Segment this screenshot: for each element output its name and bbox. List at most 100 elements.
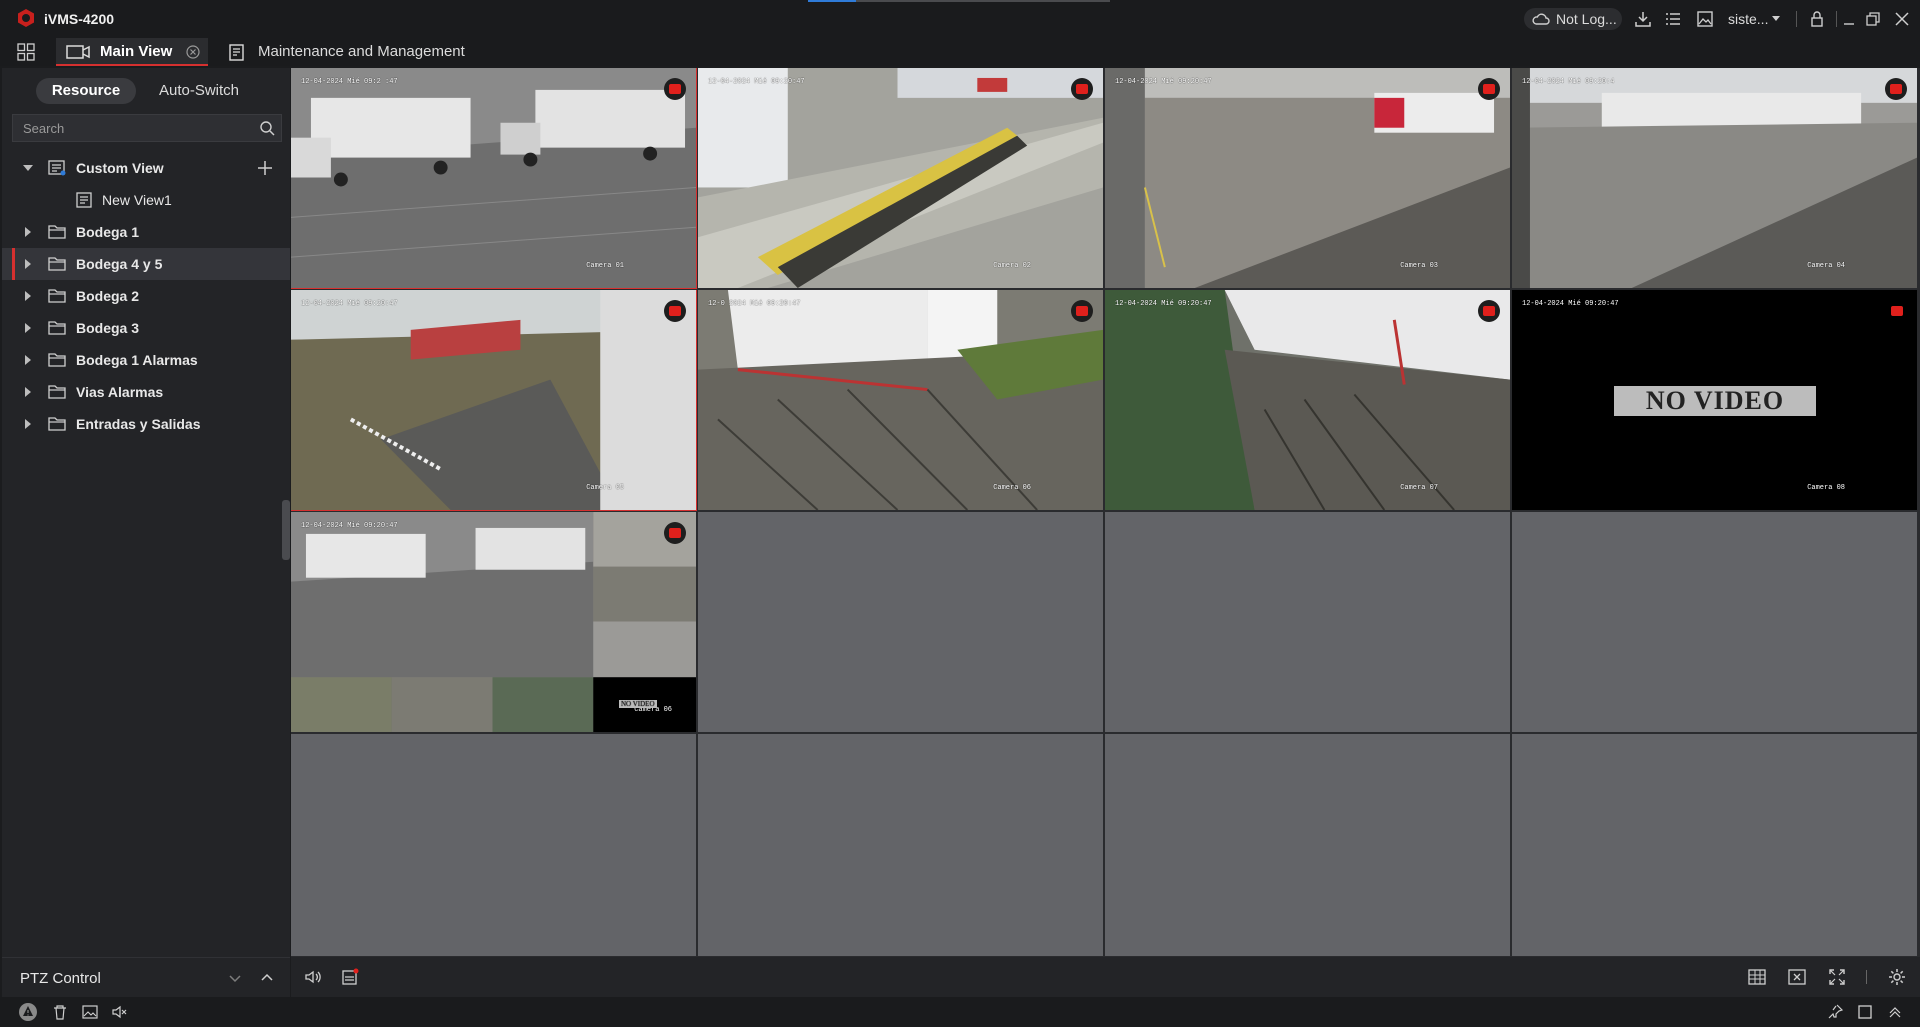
tree-item-label: Bodega 2	[76, 288, 140, 304]
video-tile-camera-05[interactable]: 12-04-2024 Mié 09:20:47 Camera 05	[291, 290, 697, 511]
camera-name: Camera 07	[1400, 484, 1438, 492]
tree-item-vias-alarmas[interactable]: Vias Alarmas	[2, 376, 290, 408]
mute-icon[interactable]	[112, 1004, 128, 1020]
record-icon[interactable]	[1071, 78, 1093, 100]
close-icon[interactable]	[1893, 10, 1911, 28]
ptz-control-bar[interactable]: PTZ Control	[2, 957, 290, 997]
stop-all-icon[interactable]	[1788, 968, 1806, 986]
picture-icon[interactable]	[82, 1004, 98, 1020]
chevron-down-icon[interactable]	[228, 972, 242, 984]
record-icon[interactable]	[664, 78, 686, 100]
folder-icon	[48, 257, 66, 271]
tab-close-icon[interactable]	[186, 45, 200, 59]
maintenance-icon	[229, 44, 244, 61]
segment-resource[interactable]: Resource	[36, 78, 136, 104]
expand-right-icon[interactable]	[22, 322, 34, 334]
window-icon[interactable]	[1857, 1004, 1873, 1020]
fullscreen-icon[interactable]	[1828, 968, 1846, 986]
tree-item-bodega-1-alarmas[interactable]: Bodega 1 Alarmas	[2, 344, 290, 376]
cloud-login-label: Not Log...	[1556, 11, 1617, 27]
folder-icon	[48, 321, 66, 335]
cloud-login-button[interactable]: Not Log...	[1524, 8, 1622, 30]
tree-item-new-view1[interactable]: New View1	[2, 184, 290, 216]
video-tile-camera-01[interactable]: 12-04-2024 Mié 09:2 :47 Camera 01	[291, 68, 697, 289]
empty-video-tile[interactable]	[1512, 734, 1918, 957]
download-icon[interactable]	[1634, 10, 1652, 28]
tree-item-label: Bodega 1	[76, 224, 140, 240]
camera-name: Camera 08	[1807, 484, 1845, 492]
restore-icon[interactable]	[1864, 10, 1882, 28]
camera-timestamp: 12-0 2024 Mié 09:20:47	[708, 300, 801, 308]
alarm-warning-icon[interactable]	[18, 1002, 38, 1022]
empty-video-tile[interactable]	[1105, 734, 1511, 957]
segment-auto-switch[interactable]: Auto-Switch	[146, 78, 252, 104]
tree-item-custom-view[interactable]: Custom View	[2, 152, 290, 184]
record-icon[interactable]	[1885, 78, 1907, 100]
image-icon[interactable]	[1696, 10, 1714, 28]
folder-icon	[48, 225, 66, 239]
search-input[interactable]	[13, 115, 253, 141]
user-label[interactable]: siste...	[1728, 11, 1768, 27]
empty-video-tile[interactable]	[698, 734, 1104, 957]
expand-right-icon[interactable]	[22, 354, 34, 366]
dropdown-icon[interactable]	[1770, 12, 1782, 24]
record-icon[interactable]	[1478, 78, 1500, 100]
record-icon[interactable]	[1478, 300, 1500, 322]
add-view-icon[interactable]	[256, 159, 274, 177]
tree-item-bodega-3[interactable]: Bodega 3	[2, 312, 290, 344]
camera-timestamp: 12-04-2024 Mié 09:20:47	[1115, 78, 1212, 86]
camera-name: Camera 05	[586, 484, 624, 492]
divider	[1836, 11, 1837, 27]
top-progress-bar	[808, 0, 1110, 2]
tab-main-view[interactable]: Main View	[56, 38, 208, 66]
lock-icon[interactable]	[1808, 10, 1826, 28]
empty-video-tile[interactable]	[1105, 512, 1511, 733]
expand-right-icon[interactable]	[22, 258, 34, 270]
app-grid-menu-icon[interactable]	[17, 43, 35, 61]
minimize-icon[interactable]	[1840, 10, 1858, 28]
record-icon[interactable]	[1891, 306, 1903, 316]
camera-feed-image	[698, 290, 1103, 510]
expand-up-icon[interactable]	[1887, 1004, 1903, 1020]
video-tile-camera-02[interactable]: 12-04-2024 Mié 09:20:47 Camera 02	[698, 68, 1104, 289]
video-tile-camera-08[interactable]: 12-04-2024 Mié 09:20:47 NO VIDEO Camera …	[1512, 290, 1918, 511]
empty-video-tile[interactable]	[291, 734, 697, 957]
tree-item-bodega-2[interactable]: Bodega 2	[2, 280, 290, 312]
volume-icon[interactable]	[304, 968, 322, 986]
panel-collapse-handle[interactable]	[282, 500, 290, 560]
video-tile-camera-03[interactable]: 12-04-2024 Mié 09:20:47 Camera 03	[1105, 68, 1511, 289]
camera-name: Camera 04	[1807, 262, 1845, 270]
no-video-label: NO VIDEO	[1614, 386, 1816, 416]
record-icon[interactable]	[664, 522, 686, 544]
task-list-icon[interactable]	[1664, 10, 1682, 28]
video-tile-camera-06[interactable]: 12-0 2024 Mié 09:20:47 Camera 06	[698, 290, 1104, 511]
tree-item-bodega-4-y-5[interactable]: Bodega 4 y 5	[2, 248, 290, 280]
video-tile-camera-04[interactable]: 12-04-2024 Mié 09:20:4 Camera 04	[1512, 68, 1918, 289]
tree-item-bodega-1[interactable]: Bodega 1	[2, 216, 290, 248]
pin-icon[interactable]	[1827, 1004, 1843, 1020]
window-layout-icon[interactable]	[1748, 968, 1766, 986]
record-all-icon[interactable]	[341, 968, 359, 986]
video-tile-multiview[interactable]: 12-04-2024 Mié 09:20:47 Camera 06 NO VID…	[291, 512, 697, 733]
camera-name: Camera 06	[993, 484, 1031, 492]
expand-right-icon[interactable]	[22, 386, 34, 398]
trash-icon[interactable]	[52, 1004, 68, 1020]
tab-maintenance-label: Maintenance and Management	[258, 43, 465, 60]
expand-right-icon[interactable]	[22, 418, 34, 430]
expand-right-icon[interactable]	[22, 290, 34, 302]
camera-name: Camera 02	[993, 262, 1031, 270]
expand-right-icon[interactable]	[22, 226, 34, 238]
status-bar	[0, 997, 1920, 1027]
record-icon[interactable]	[1071, 300, 1093, 322]
settings-gear-icon[interactable]	[1888, 968, 1906, 986]
empty-video-tile[interactable]	[1512, 512, 1918, 733]
search-icon[interactable]	[259, 120, 275, 136]
record-icon[interactable]	[664, 300, 686, 322]
empty-video-tile[interactable]	[698, 512, 1104, 733]
video-tile-camera-07[interactable]: 12-04-2024 Mié 09:20:47 Camera 07	[1105, 290, 1511, 511]
camera-name: Camera 01	[586, 262, 624, 270]
chevron-up-icon[interactable]	[260, 972, 274, 984]
expand-down-icon[interactable]	[22, 162, 34, 174]
divider	[1866, 970, 1867, 984]
tree-item-entradas-y-salidas[interactable]: Entradas y Salidas	[2, 408, 290, 440]
